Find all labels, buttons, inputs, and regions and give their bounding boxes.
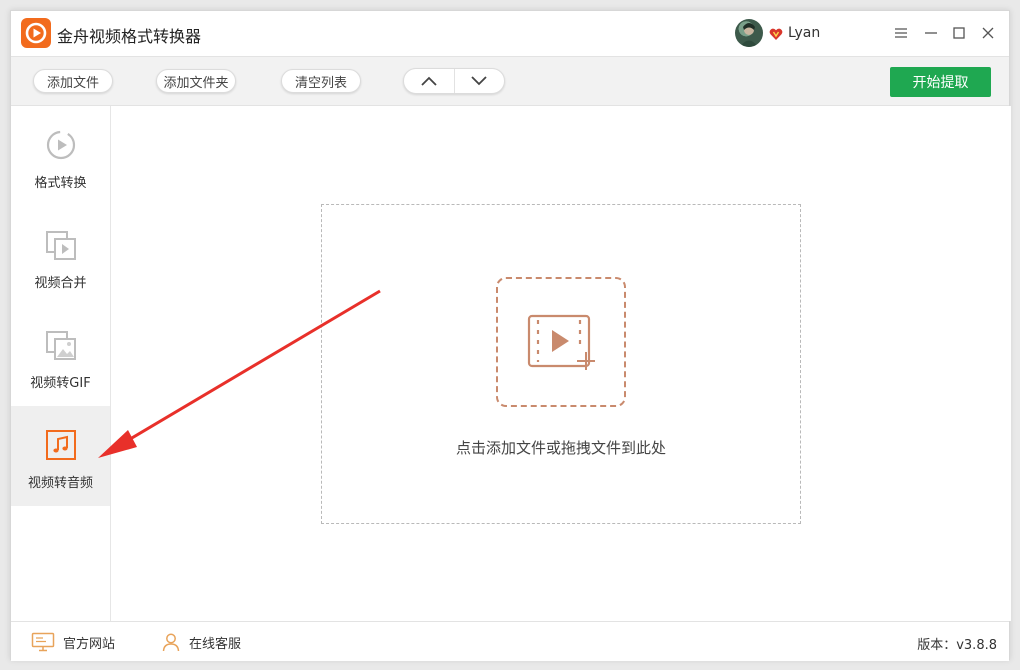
menu-icon[interactable] <box>889 21 913 45</box>
vip-heart-icon <box>769 26 783 40</box>
minimize-icon[interactable] <box>919 21 943 45</box>
app-title: 金舟视频格式转换器 <box>57 27 202 46</box>
close-icon[interactable] <box>976 21 1000 45</box>
person-icon <box>162 633 180 652</box>
drop-hint-text: 点击添加文件或拖拽文件到此处 <box>455 439 666 457</box>
sidebar-item-label: 视频合并 <box>34 276 87 291</box>
monitor-icon <box>31 632 55 652</box>
video-merge-icon <box>44 228 78 262</box>
username[interactable]: Lyan <box>788 25 820 41</box>
play-circle-logo-icon <box>21 18 51 48</box>
main-panel: 点击添加文件或拖拽文件到此处 <box>111 106 1011 621</box>
start-extract-button[interactable]: 开始提取 <box>890 67 991 97</box>
move-up-button[interactable] <box>404 69 454 93</box>
version-label: 版本：v3.8.8 <box>917 638 997 653</box>
online-support-link[interactable]: 在线客服 <box>161 632 241 652</box>
online-support-label: 在线客服 <box>189 636 242 652</box>
chevron-down-icon <box>471 76 487 86</box>
format-convert-icon <box>44 128 78 162</box>
sidebar-item-label: 视频转音频 <box>27 476 93 491</box>
music-note-icon <box>44 428 78 462</box>
sidebar-item-format-convert[interactable]: 格式转换 <box>11 106 110 206</box>
sidebar-item-video-to-gif[interactable]: 视频转GIF <box>11 306 110 406</box>
official-website-link[interactable]: 官方网站 <box>31 632 115 652</box>
sidebar-item-video-to-audio[interactable]: 视频转音频 <box>11 406 110 506</box>
chevron-up-icon <box>421 76 437 86</box>
sidebar-item-video-merge[interactable]: 视频合并 <box>11 206 110 306</box>
add-folder-button[interactable]: 添加文件夹 <box>156 69 236 93</box>
app-window: 金舟视频格式转换器 Lyan 添加文件 添加文件夹 清空列表 开始提取 格式转换… <box>10 10 1011 661</box>
sidebar-item-label: 视频转GIF <box>30 376 91 391</box>
add-file-button[interactable]: 添加文件 <box>33 69 113 93</box>
move-down-button[interactable] <box>453 69 505 93</box>
sidebar: 格式转换 视频合并 视频转GIF 视频转音频 <box>11 106 111 621</box>
status-bar: 官方网站 在线客服 版本：v3.8.8 <box>11 621 1009 661</box>
maximize-icon[interactable] <box>947 21 971 45</box>
add-video-button[interactable] <box>496 277 626 407</box>
file-drop-zone[interactable]: 点击添加文件或拖拽文件到此处 <box>321 204 801 524</box>
sidebar-item-label: 格式转换 <box>34 176 87 191</box>
video-to-gif-icon <box>44 328 78 362</box>
toolbar: 添加文件 添加文件夹 清空列表 开始提取 <box>11 56 1009 106</box>
avatar[interactable] <box>735 19 763 47</box>
reorder-buttons <box>403 68 505 94</box>
official-website-label: 官方网站 <box>63 636 116 652</box>
clear-list-button[interactable]: 清空列表 <box>281 69 361 93</box>
title-bar: 金舟视频格式转换器 Lyan <box>11 11 1009 56</box>
add-video-icon <box>527 314 595 370</box>
